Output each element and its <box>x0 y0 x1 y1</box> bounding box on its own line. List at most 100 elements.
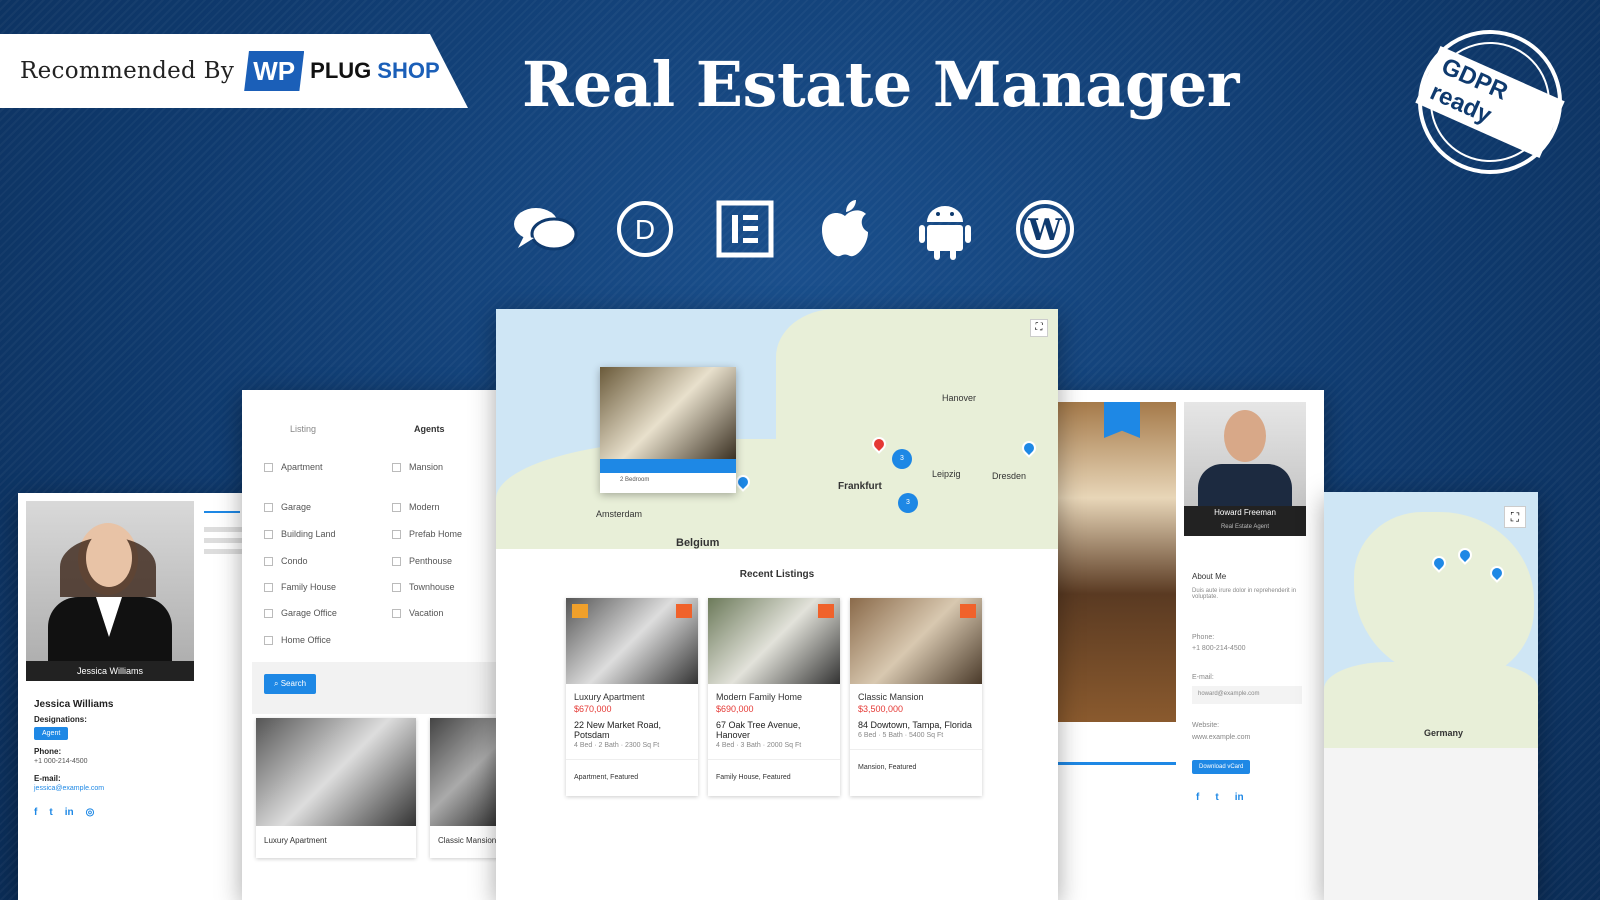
listing-footer: Mansion, Featured <box>850 749 982 771</box>
agent-role: Real Estate Agent <box>1184 520 1306 536</box>
map-cluster[interactable]: 3 <box>898 493 918 513</box>
listing-meta: 4 Bed · 2 Bath · 2300 Sq Ft <box>574 742 660 749</box>
city-label: Leipzig <box>932 469 961 479</box>
europe-map[interactable]: ⛶ Germany <box>1324 492 1538 748</box>
city-label: Amsterdam <box>596 509 643 519</box>
android-icon <box>912 196 978 262</box>
email-label: E-mail: <box>34 774 61 783</box>
map-cluster[interactable]: 3 <box>892 449 912 469</box>
checkbox-vacation[interactable]: Vacation <box>392 608 443 618</box>
chat-icon <box>512 196 578 262</box>
twitter-icon[interactable]: t <box>49 807 52 818</box>
agent-name: Jessica Williams <box>34 699 114 710</box>
listing-footer: Apartment, Featured <box>566 759 698 781</box>
apple-icon <box>812 196 878 262</box>
phone-value: +1 000-214-4500 <box>34 758 88 765</box>
wordpress-icon: W <box>1012 196 1078 262</box>
listing-price: $670,000 <box>574 704 612 714</box>
social-icons: f t in ◎ <box>34 807 94 818</box>
linkedin-icon[interactable]: in <box>1235 792 1244 803</box>
search-icon: ⌕ <box>274 679 281 688</box>
phone-value: +1 800-214-4500 <box>1192 645 1246 652</box>
result-title: Classic Mansion <box>438 836 497 845</box>
tab-listing[interactable]: Listing <box>290 424 316 434</box>
wp-logo: WP <box>244 51 305 91</box>
search-button[interactable]: ⌕ Search <box>264 674 317 694</box>
linkedin-icon[interactable]: in <box>65 807 74 818</box>
divi-icon: D <box>612 196 678 262</box>
europe-map-panel: ⛶ Germany <box>1324 492 1538 900</box>
result-card[interactable]: Luxury Apartment <box>256 718 416 858</box>
listing-card[interactable]: Luxury Apartment $670,000 22 New Market … <box>566 598 698 796</box>
agent-detail-panel: Howard Freeman Real Estate Agent About M… <box>1054 390 1324 900</box>
search-panel: Listing Agents Apartment Garage Building… <box>242 390 504 900</box>
phone-label: Phone: <box>34 747 62 756</box>
elementor-icon <box>712 196 778 262</box>
recent-listings-heading: Recent Listings <box>739 569 815 580</box>
listing-footer: Family House, Featured <box>708 759 840 781</box>
checkbox-garage[interactable]: Garage <box>264 502 311 512</box>
email-label: E-mail: <box>1192 674 1214 681</box>
agent-profile-panel: Jessica Williams Jessica Williams Design… <box>18 493 258 900</box>
listing-meta: 6 Bed · 5 Bath · 5400 Sq Ft <box>858 732 944 739</box>
about-label: About Me <box>1192 572 1227 581</box>
listing-title: Luxury Apartment <box>574 692 645 702</box>
city-label: Belgium <box>676 537 720 549</box>
agent-photo-caption: Jessica Williams <box>26 661 194 681</box>
main-map[interactable]: Hanover Frankfurt Belgium Leipzig Dresde… <box>496 309 1058 549</box>
checkbox-penthouse[interactable]: Penthouse <box>392 556 452 566</box>
checkbox-townhouse[interactable]: Townhouse <box>392 582 455 592</box>
website-label: Website: <box>1192 722 1220 729</box>
agent-photo: Jessica Williams <box>26 501 194 681</box>
email-field[interactable]: howard@example.com <box>1192 686 1302 704</box>
download-vcard-button[interactable]: Download vCard <box>1192 760 1251 774</box>
map-popup[interactable]: 2 Bedroom <box>600 367 736 493</box>
listing-card[interactable]: Classic Mansion $3,500,000 84 Dowtown, T… <box>850 598 982 796</box>
fullscreen-icon[interactable]: ⛶ <box>1504 506 1526 528</box>
twitter-icon[interactable]: t <box>1215 792 1218 803</box>
listing-title: Classic Mansion <box>858 692 924 702</box>
checkbox-condo[interactable]: Condo <box>264 556 308 566</box>
instagram-icon[interactable]: ◎ <box>86 807 95 818</box>
listing-card[interactable]: Modern Family Home $690,000 67 Oak Tree … <box>708 598 840 796</box>
listing-price: $3,500,000 <box>858 704 904 714</box>
checkbox-building-land[interactable]: Building Land <box>264 529 336 539</box>
checkbox-mansion[interactable]: Mansion <box>392 462 443 472</box>
shop-text: SHOP <box>377 58 440 83</box>
listing-meta: 4 Bed · 3 Bath · 2000 Sq Ft <box>716 742 802 749</box>
result-title: Luxury Apartment <box>264 836 327 845</box>
listing-address: 84 Dowtown, Tampa, Florida <box>858 720 972 730</box>
platform-icons: D W <box>512 196 1078 262</box>
listing-title: Modern Family Home <box>716 692 803 702</box>
about-text: Duis aute irure dolor in reprehenderit i… <box>1192 588 1297 600</box>
checkbox-garage-office[interactable]: Garage Office <box>264 608 337 618</box>
svg-text:D: D <box>635 214 655 245</box>
country-label: Germany <box>1424 728 1464 738</box>
svg-text:W: W <box>1027 213 1063 248</box>
gdpr-label: GDPR ready <box>1415 46 1565 158</box>
designation-badge: Agent <box>34 727 69 740</box>
fullscreen-icon[interactable]: ⛶ <box>1030 319 1048 337</box>
checkbox-home-office[interactable]: Home Office <box>264 635 331 645</box>
phone-label: Phone: <box>1192 634 1215 641</box>
website-link[interactable]: www.example.com <box>1192 734 1250 741</box>
agent-name: Howard Freeman <box>1184 506 1306 520</box>
property-photo <box>1058 402 1176 722</box>
social-icons: f t in <box>1196 792 1244 803</box>
result-card[interactable]: Classic Mansion <box>430 718 504 858</box>
email-link[interactable]: jessica@example.com <box>34 785 104 792</box>
facebook-icon[interactable]: f <box>1196 792 1199 803</box>
checkbox-family-house[interactable]: Family House <box>264 582 336 592</box>
popup-meta: 2 Bedroom <box>620 477 650 483</box>
tab-agents[interactable]: Agents <box>414 424 445 434</box>
badge-text: Recommended By <box>20 58 235 84</box>
city-label: Frankfurt <box>838 481 882 492</box>
checkbox-modern[interactable]: Modern <box>392 502 440 512</box>
checkbox-prefab-home[interactable]: Prefab Home <box>392 529 462 539</box>
facebook-icon[interactable]: f <box>34 807 37 818</box>
city-label: Dresden <box>992 471 1027 481</box>
checkbox-apartment[interactable]: Apartment <box>264 462 323 472</box>
page-title: Real Estate Manager <box>522 48 1239 121</box>
agent-photo: Howard Freeman Real Estate Agent <box>1184 402 1306 536</box>
city-label: Hanover <box>942 393 977 403</box>
